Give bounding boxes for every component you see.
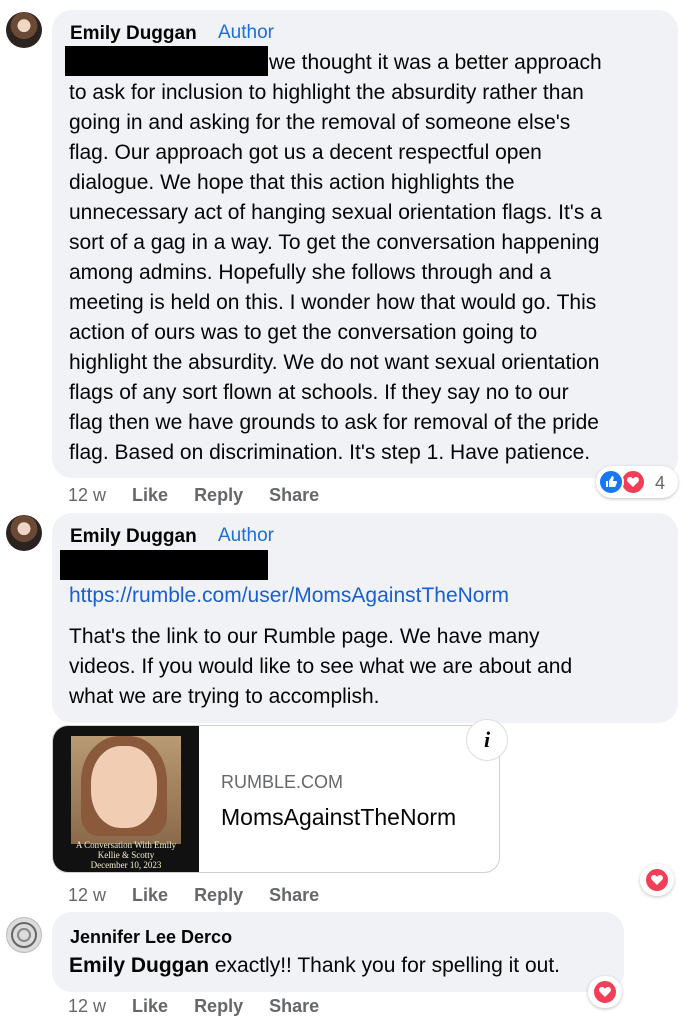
avatar[interactable] [6, 12, 42, 48]
comment-author-name[interactable]: Jennifer Lee Derco [70, 927, 232, 948]
like-button[interactable]: Like [132, 996, 168, 1017]
share-button[interactable]: Share [269, 885, 319, 906]
reaction-count: 4 [655, 473, 666, 493]
comment-line: flag. Based on discrimination. It's step… [69, 441, 591, 464]
love-reaction-icon [644, 867, 670, 893]
comment-actions: 12 w Like Reply Share [68, 885, 345, 906]
comment-timestamp[interactable]: 12 w [68, 485, 106, 506]
redaction-bar [60, 550, 268, 580]
comment-line: dialogue. We hope that this action highl… [69, 171, 515, 194]
info-icon[interactable]: i [466, 719, 508, 761]
reply-button[interactable]: Reply [194, 996, 243, 1017]
link-title[interactable]: MomsAgainstTheNorm [221, 804, 456, 831]
comment-body: exactly!! Thank you for spelling it out. [209, 954, 560, 977]
comment-line: action of ours was to get the conversati… [69, 321, 538, 344]
comment-text: we thought it was a better approach to a… [69, 48, 669, 468]
share-button[interactable]: Share [269, 485, 319, 506]
avatar[interactable] [6, 515, 42, 551]
comment-line: flag. Our approach got us a decent respe… [69, 141, 542, 164]
rumble-link[interactable]: https://rumble.com/user/MomsAgainstTheNo… [69, 584, 509, 608]
comment-line: sort of a gag in a way. To get the conve… [69, 231, 600, 254]
caption-line: A Conversation With Emily [75, 840, 177, 850]
comment-text: Emily Duggan exactly!! Thank you for spe… [69, 951, 629, 981]
like-reaction-icon [598, 469, 624, 495]
comment-timestamp[interactable]: 12 w [68, 996, 106, 1017]
comment-line: videos. If you would like to see what we… [69, 655, 573, 678]
comment-actions: 12 w Like Reply Share [68, 485, 345, 506]
comment-line: to ask for inclusion to highlight the ab… [69, 81, 584, 104]
comment-author-name[interactable]: Emily Duggan [70, 526, 197, 548]
mention-link[interactable]: Emily Duggan [69, 954, 209, 977]
link-preview-card[interactable]: A Conversation With Emily Kellie & Scott… [52, 725, 500, 873]
like-button[interactable]: Like [132, 485, 168, 506]
like-button[interactable]: Like [132, 885, 168, 906]
reply-button[interactable]: Reply [194, 485, 243, 506]
comment-line: unnecessary act of hanging sexual orient… [69, 201, 602, 224]
avatar-pattern-icon [11, 922, 37, 948]
caption-line: Kellie & Scotty [97, 850, 155, 860]
love-reaction-icon [592, 979, 618, 1005]
comment-line: flag then we have grounds to ask for rem… [69, 411, 599, 434]
comment-author-name[interactable]: Emily Duggan [70, 23, 197, 45]
reply-button[interactable]: Reply [194, 885, 243, 906]
comment-line: we thought it was a better approach [269, 51, 602, 74]
comment-line: flags of any sort flown at schools. If t… [69, 381, 569, 404]
comment-line: among admins. Hopefully she follows thro… [69, 261, 552, 284]
comment-line: That's the link to our Rumble page. We h… [69, 625, 540, 648]
comment-timestamp[interactable]: 12 w [68, 885, 106, 906]
link-preview-thumbnail: A Conversation With Emily Kellie & Scott… [53, 726, 199, 872]
thumbnail-face [91, 746, 157, 828]
comment-line: meeting is held on this. I wonder how th… [69, 291, 597, 314]
avatar[interactable] [6, 917, 42, 953]
share-button[interactable]: Share [269, 996, 319, 1017]
comment-line: what we are trying to accomplish. [69, 685, 380, 708]
comment-line: going in and asking for the removal of s… [69, 111, 571, 134]
author-badge: Author [218, 22, 274, 43]
caption-line: December 10, 2023 [90, 860, 162, 870]
author-badge: Author [218, 525, 274, 546]
link-domain: RUMBLE.COM [221, 772, 344, 792]
comment-actions: 12 w Like Reply Share [68, 996, 345, 1017]
comment-line: highlight the absurdity. We do not want … [69, 351, 600, 374]
comment-text: That's the link to our Rumble page. We h… [69, 622, 669, 712]
thumbnail-caption: A Conversation With Emily Kellie & Scott… [61, 840, 191, 870]
